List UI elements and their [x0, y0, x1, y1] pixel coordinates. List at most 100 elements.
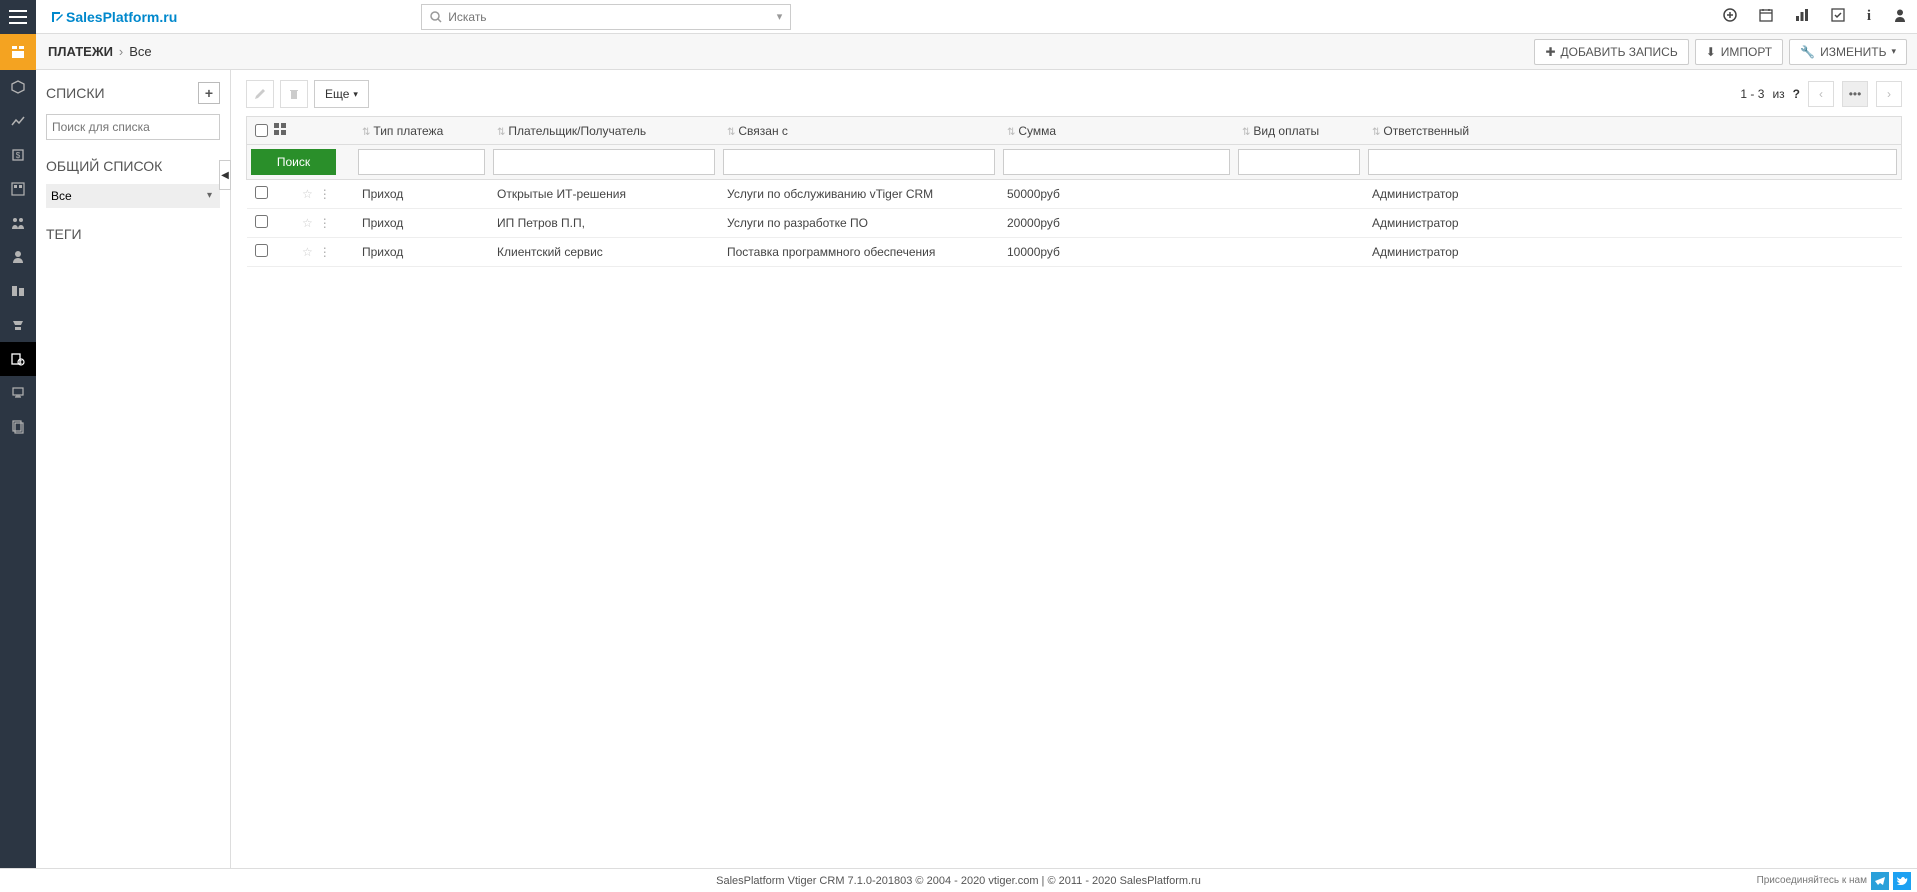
- common-list-select[interactable]: Все: [46, 184, 220, 208]
- search-button[interactable]: Поиск: [251, 149, 336, 175]
- page-count-button[interactable]: •••: [1842, 81, 1868, 107]
- add-record-button[interactable]: ✚ ДОБАВИТЬ ЗАПИСЬ: [1534, 39, 1688, 65]
- icon-rail: $ €: [0, 70, 36, 868]
- tags-header: ТЕГИ: [46, 226, 220, 242]
- col-header-responsible[interactable]: ⇅Ответственный: [1364, 117, 1902, 145]
- page-range: 1 - 3: [1740, 87, 1764, 101]
- action-buttons: ✚ ДОБАВИТЬ ЗАПИСЬ ⬇ ИМПОРТ 🔧 ИЗМЕНИТЬ ▾: [1534, 39, 1907, 65]
- rail-item-5[interactable]: [0, 206, 36, 240]
- tasks-icon[interactable]: [1831, 8, 1845, 25]
- cell-related[interactable]: Поставка программного обеспечения: [719, 238, 999, 267]
- twitter-icon[interactable]: [1893, 872, 1911, 890]
- hamburger-menu[interactable]: [0, 0, 36, 34]
- cell-payer[interactable]: Открытые ИТ-решения: [489, 180, 719, 209]
- page-of: из: [1772, 87, 1784, 101]
- next-page-button[interactable]: ›: [1876, 81, 1902, 107]
- calendar-icon[interactable]: [1759, 8, 1773, 25]
- cell-responsible: Администратор: [1364, 209, 1902, 238]
- import-button[interactable]: ⬇ ИМПОРТ: [1695, 39, 1783, 65]
- logo-icon: [50, 10, 64, 24]
- rail-item-11[interactable]: [0, 410, 36, 444]
- row-checkbox[interactable]: [255, 186, 268, 199]
- rail-item-3[interactable]: $: [0, 138, 36, 172]
- grid-view-icon[interactable]: [274, 123, 286, 138]
- col-header-paymethod[interactable]: ⇅Вид оплаты: [1234, 117, 1364, 145]
- search-row: Поиск: [247, 145, 1902, 180]
- quick-create-icon[interactable]: [1723, 8, 1737, 25]
- select-all-checkbox[interactable]: [255, 124, 268, 137]
- rail-item-payments[interactable]: €: [0, 342, 36, 376]
- table-row[interactable]: ☆ ⋮ Приход Открытые ИТ-решения Услуги по…: [247, 180, 1902, 209]
- info-icon[interactable]: i: [1867, 8, 1871, 25]
- global-search-input[interactable]: [448, 10, 776, 24]
- rail-item-10[interactable]: [0, 376, 36, 410]
- telegram-icon[interactable]: [1871, 872, 1889, 890]
- collapse-panel-button[interactable]: ◀: [219, 160, 231, 190]
- col-header-related[interactable]: ⇅Связан с: [719, 117, 999, 145]
- edit-button[interactable]: [246, 80, 274, 108]
- search-dropdown-icon[interactable]: ▾: [777, 10, 783, 23]
- search-related-input[interactable]: [723, 149, 995, 175]
- wrench-icon: 🔧: [1800, 45, 1815, 59]
- global-search[interactable]: ▾: [421, 4, 791, 30]
- rail-item-8[interactable]: [0, 308, 36, 342]
- rail-item-2[interactable]: [0, 104, 36, 138]
- breadcrumb-module[interactable]: ПЛАТЕЖИ: [48, 44, 113, 59]
- cell-type: Приход: [354, 209, 489, 238]
- star-icon[interactable]: ☆: [302, 245, 313, 259]
- search-type-input[interactable]: [358, 149, 485, 175]
- cell-payer[interactable]: ИП Петров П.П,: [489, 209, 719, 238]
- col-header-amount[interactable]: ⇅Сумма: [999, 117, 1234, 145]
- search-paymethod-input[interactable]: [1238, 149, 1360, 175]
- svg-text:$: $: [16, 151, 21, 160]
- row-checkbox[interactable]: [255, 215, 268, 228]
- col-header-type[interactable]: ⇅Тип платежа: [354, 117, 489, 145]
- col-header-payer[interactable]: ⇅Плательщик/Получатель: [489, 117, 719, 145]
- cell-paymethod: [1234, 180, 1364, 209]
- lists-header: СПИСКИ +: [46, 82, 220, 104]
- reports-icon[interactable]: [1795, 8, 1809, 25]
- search-amount-input[interactable]: [1003, 149, 1230, 175]
- add-list-button[interactable]: +: [198, 82, 220, 104]
- content-area: Еще ▾ 1 - 3 из ? ‹ ••• › ⇅Тип платежа ⇅П…: [231, 70, 1917, 868]
- search-payer-input[interactable]: [493, 149, 715, 175]
- active-module-icon: [0, 34, 36, 70]
- cell-type: Приход: [354, 238, 489, 267]
- cell-related[interactable]: Услуги по разработке ПО: [719, 209, 999, 238]
- row-menu-icon[interactable]: ⋮: [319, 216, 331, 230]
- logo-text: SalesPlatform.ru: [66, 9, 177, 25]
- star-icon[interactable]: ☆: [302, 216, 313, 230]
- user-icon[interactable]: [1893, 8, 1907, 25]
- chevron-down-icon: ▾: [1891, 46, 1896, 57]
- cell-responsible: Администратор: [1364, 238, 1902, 267]
- cell-payer[interactable]: Клиентский сервис: [489, 238, 719, 267]
- left-panel: СПИСКИ + ОБЩИЙ СПИСОК Все ТЕГИ ◀: [36, 70, 231, 868]
- rail-item-1[interactable]: [0, 70, 36, 104]
- more-button[interactable]: Еще ▾: [314, 80, 369, 108]
- cell-related[interactable]: Услуги по обслуживанию vTiger CRM: [719, 180, 999, 209]
- download-icon: ⬇: [1706, 45, 1716, 59]
- cell-amount: 50000руб: [999, 180, 1234, 209]
- search-responsible-input[interactable]: [1368, 149, 1897, 175]
- list-search-input[interactable]: [46, 114, 220, 140]
- row-menu-icon[interactable]: ⋮: [319, 187, 331, 201]
- page-total: ?: [1793, 87, 1800, 101]
- star-icon[interactable]: ☆: [302, 187, 313, 201]
- delete-button[interactable]: [280, 80, 308, 108]
- customize-button[interactable]: 🔧 ИЗМЕНИТЬ ▾: [1789, 39, 1907, 65]
- prev-page-button[interactable]: ‹: [1808, 81, 1834, 107]
- rail-item-4[interactable]: [0, 172, 36, 206]
- table-row[interactable]: ☆ ⋮ Приход Клиентский сервис Поставка пр…: [247, 238, 1902, 267]
- footer-text: SalesPlatform Vtiger CRM 7.1.0-201803 © …: [716, 875, 1201, 887]
- row-checkbox[interactable]: [255, 244, 268, 257]
- pagination: 1 - 3 из ? ‹ ••• ›: [1740, 81, 1902, 107]
- rail-item-7[interactable]: [0, 274, 36, 308]
- top-header: SalesPlatform.ru ▾ i: [0, 0, 1917, 34]
- table-row[interactable]: ☆ ⋮ Приход ИП Петров П.П, Услуги по разр…: [247, 209, 1902, 238]
- cell-amount: 20000руб: [999, 209, 1234, 238]
- logo[interactable]: SalesPlatform.ru: [50, 9, 177, 25]
- rail-item-6[interactable]: [0, 240, 36, 274]
- top-icons: i: [1723, 8, 1907, 25]
- row-menu-icon[interactable]: ⋮: [319, 245, 331, 259]
- pencil-icon: [254, 88, 266, 100]
